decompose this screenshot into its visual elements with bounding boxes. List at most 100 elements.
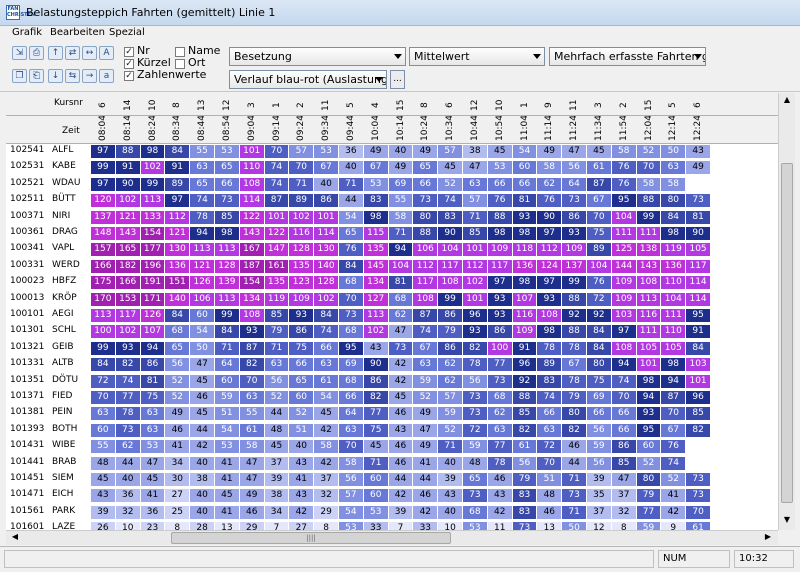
heatmap-cell: 99 <box>562 276 586 290</box>
fahrten-dropdown[interactable]: Mehrfach erfasste Fahrten gemit <box>549 47 706 66</box>
besetzung-dropdown[interactable]: Besetzung <box>229 47 406 66</box>
heatmap-cell: 47 <box>239 473 264 486</box>
heatmap-cell: 88 <box>512 391 537 404</box>
heatmap-cell: 49 <box>388 161 413 175</box>
heatmap-cell: 81 <box>686 210 710 224</box>
scroll-left-icon[interactable]: ◀ <box>9 532 21 544</box>
print-icon[interactable]: ⎙ <box>29 46 44 60</box>
heatmap-cell: 70 <box>537 456 562 470</box>
menu-grafik[interactable]: Grafik <box>12 27 42 38</box>
arrow-down-icon[interactable]: ↓ <box>48 69 63 83</box>
kuerzel-checkbox[interactable]: ✓ <box>124 59 134 69</box>
heatmap-cell: 91 <box>165 161 190 175</box>
scroll-up-icon[interactable]: ▲ <box>781 95 793 107</box>
heatmap-cell: 42 <box>388 358 413 372</box>
heatmap-cell: 70 <box>339 292 363 306</box>
vertical-scrollbar[interactable]: ▲ ▼ <box>778 93 795 530</box>
heatmap-cell: 58 <box>388 210 413 224</box>
heatmap-cell: 177 <box>140 243 165 257</box>
heatmap-cell: 40 <box>438 505 462 519</box>
vertical-scroll-thumb[interactable] <box>781 163 793 503</box>
zeit-label: 10:14 <box>395 115 406 141</box>
menu-bearbeiten[interactable]: Bearbeiten <box>50 27 105 38</box>
scale-icon[interactable]: ⇄ <box>65 46 80 60</box>
stop-nr: 100371 <box>10 210 45 221</box>
heatmap-cell: 98 <box>512 276 537 290</box>
heatmap-cell: 53 <box>487 161 512 175</box>
heatmap-cell: 72 <box>463 423 487 437</box>
heatmap-cell: 63 <box>264 358 289 372</box>
menu-spezial[interactable]: Spezial <box>109 27 145 38</box>
heatmap-cell: 36 <box>140 505 165 519</box>
heatmap-cell: 77 <box>636 505 661 519</box>
verlauf-more-button[interactable]: ... <box>390 70 405 89</box>
heatmap-cell: 147 <box>264 243 289 257</box>
font-size-icon[interactable]: A <box>99 46 114 60</box>
narrow-icon[interactable]: → <box>82 69 97 83</box>
export-icon[interactable]: ⇲ <box>12 46 27 60</box>
heatmap-cell: 45 <box>587 145 611 158</box>
stop-code: GEIB <box>52 341 74 352</box>
zahlenwerte-checkbox[interactable]: ✓ <box>124 71 134 81</box>
heatmap-cell: 81 <box>388 276 413 290</box>
heatmap-cell: 73 <box>487 374 512 388</box>
heatmap-cell: 53 <box>215 440 239 454</box>
horizontal-scroll-thumb[interactable]: |||| <box>171 532 451 544</box>
heatmap-cell: 74 <box>115 374 140 388</box>
heatmap-cell: 75 <box>140 391 165 404</box>
heatmap-cell: 74 <box>314 325 338 339</box>
name-checkbox[interactable] <box>175 47 185 57</box>
scroll-right-icon[interactable]: ▶ <box>762 532 774 544</box>
heatmap-cell: 57 <box>463 194 487 208</box>
heatmap-cell: 87 <box>661 391 686 404</box>
verlauf-dropdown[interactable]: Verlauf blau-rot (Auslastung %) <box>229 70 387 89</box>
heatmap-cell: 78 <box>190 210 214 224</box>
horizontal-scrollbar[interactable]: ◀ |||| ▶ <box>6 530 778 545</box>
font-smaller-icon[interactable]: a <box>99 69 114 83</box>
mittelwert-dropdown[interactable]: Mittelwert <box>409 47 545 66</box>
heatmap-cell: 63 <box>487 423 512 437</box>
ort-checkbox[interactable] <box>175 59 185 69</box>
arrow-up-icon[interactable]: ↑ <box>48 46 63 60</box>
stop-code: EICH <box>52 489 74 500</box>
width-icon[interactable]: ↔ <box>82 46 97 60</box>
heatmap-cell: 108 <box>239 309 264 322</box>
heatmap-cell: 41 <box>140 489 165 503</box>
heatmap-cell: 137 <box>562 259 586 273</box>
heatmap-cell: 58 <box>239 440 264 454</box>
heatmap-cell: 63 <box>239 391 264 404</box>
stop-nr: 102511 <box>10 194 45 205</box>
heatmap-cell: 68 <box>165 325 190 339</box>
heatmap-cell: 49 <box>413 407 438 421</box>
heatmap-cell: 113 <box>215 243 239 257</box>
heatmap-cell: 47 <box>190 358 214 372</box>
scroll-down-icon[interactable]: ▼ <box>781 515 793 527</box>
nr-checkbox[interactable]: ✓ <box>124 47 134 57</box>
zeit-label: 10:24 <box>420 115 431 141</box>
heatmap-cell: 136 <box>661 259 686 273</box>
heatmap-cell: 71 <box>388 227 413 240</box>
heatmap-cell: 42 <box>388 489 413 503</box>
heatmap-cell: 104 <box>438 243 462 257</box>
heatmap-cell: 70 <box>239 374 264 388</box>
heatmap-cell: 103 <box>686 358 710 372</box>
heatmap-cell: 90 <box>438 227 462 240</box>
heatmap-cell: 113 <box>91 309 115 322</box>
copy-icon[interactable]: ❐ <box>12 69 27 83</box>
scale-down-icon[interactable]: ⇆ <box>65 69 80 83</box>
print-preview-icon[interactable]: ⎗ <box>29 69 44 83</box>
heatmap-cell: 48 <box>463 456 487 470</box>
heatmap-cell: 39 <box>264 473 289 486</box>
heatmap-cell: 52 <box>438 177 462 191</box>
heatmap-cell: 10 <box>115 522 140 530</box>
zeit-label: 08:04 <box>98 115 108 141</box>
heatmap-cell: 45 <box>190 407 214 421</box>
heatmap-cell: 63 <box>661 161 686 175</box>
stop-nr: 101431 <box>10 440 45 451</box>
heatmap-cell: 77 <box>363 407 388 421</box>
heatmap-cell: 80 <box>636 473 661 486</box>
heatmap-cell: 74 <box>661 456 686 470</box>
heatmap-cell: 76 <box>587 276 611 290</box>
heatmap-cell: 73 <box>562 194 586 208</box>
heatmap-cell: 113 <box>215 292 239 306</box>
